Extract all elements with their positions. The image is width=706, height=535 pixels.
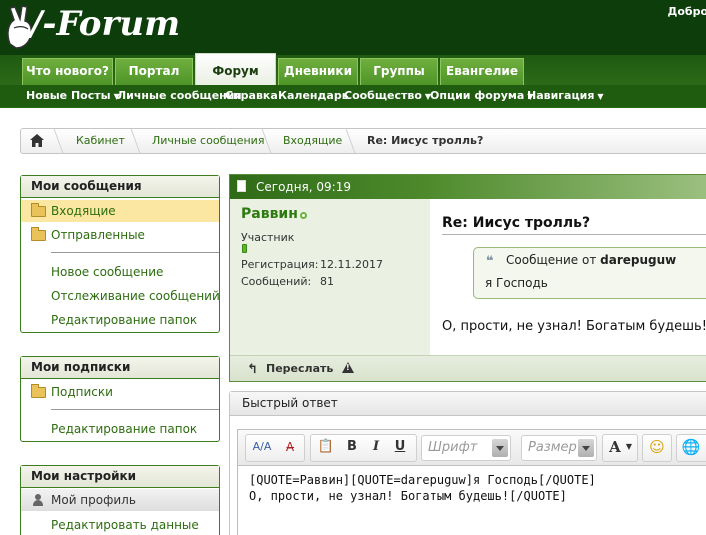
forward-icon[interactable]: ↰ [247,362,258,377]
toolbar-style-group: 📋 B I U [310,434,417,462]
report-warning-icon[interactable] [342,362,354,373]
post-date: Сегодня, 09:19 [256,180,351,194]
underline-button[interactable]: U [389,437,411,459]
sidebar-my-settings: Мои настройки Мой профиль Редактировать … [20,465,220,535]
post-user-info: Раввин Участник Регистрация: 12.11.2017 С… [230,199,430,355]
quote-author[interactable]: darepuguw [600,253,676,267]
folder-icon [31,384,46,398]
subnav-navigation[interactable]: Навигация ▼ [527,89,604,102]
subnav-community[interactable]: Сообщество ▼ [344,89,431,102]
user-registration: Регистрация: 12.11.2017 [241,258,383,271]
user-post-count: Сообщений: 81 [241,275,334,288]
breadcrumb-current: Re: Иисус тролль? [367,134,484,147]
user-title: Участник [241,231,295,244]
link-edit-details[interactable]: Редактировать данные [21,514,219,535]
quote-block: ❝ Сообщение от darepuguw я Господь [473,247,706,299]
reply-textarea[interactable]: [QUOTE=Раввин][QUOTE=darepuguw]я Господь… [238,466,706,535]
tab-diaries[interactable]: Дневники [278,58,358,85]
chevron-down-icon: ▼ [597,92,604,101]
text-color-button[interactable]: A ▼ [602,434,638,462]
breadcrumb-inbox[interactable]: Входящие [283,134,342,147]
toolbar-format-group: A/A A̶ [245,434,305,462]
smiley-button[interactable]: ☺ [642,434,672,462]
sidebar-my-messages: Мои сообщения Входящие Отправленные Ново… [20,175,220,333]
post-username[interactable]: Раввин [241,206,298,222]
reply-editor: A/A A̶ 📋 B I U Шрифт Размер A ▼ ☺ 🌐 [QUO… [237,429,706,535]
text-color-icon: A [609,438,621,456]
globe-link-icon: 🌐 [681,438,701,456]
smiley-icon: ☺ [649,438,665,456]
font-select[interactable]: Шрифт [421,435,511,461]
italic-button[interactable]: I [365,437,387,459]
sidebar-my-settings-title: Мои настройки [21,466,219,488]
sidebar-my-subscriptions: Мои подписки Подписки Редактирование пап… [20,356,220,442]
tab-portal[interactable]: Портал [115,58,193,85]
link-track-messages[interactable]: Отслеживание сообщений [21,285,220,307]
link-my-profile[interactable]: Мой профиль [21,489,219,511]
folder-icon [31,203,46,217]
folder-subscriptions-label: Подписки [51,385,113,399]
sub-navigation: Новые Посты ▼ Личные сообщения Справка Ка… [0,85,706,108]
quick-reply-title: Быстрый ответ [230,392,706,416]
subnav-new-posts[interactable]: Новые Посты ▼ [26,89,120,102]
editor-toolbar: A/A A̶ 📋 B I U Шрифт Размер A ▼ ☺ 🌐 [238,430,706,466]
chevron-down-icon [492,439,508,457]
tab-whats-new[interactable]: Что нового? [22,58,113,85]
folder-sent-label: Отправленные [51,228,145,242]
breadcrumb-cabinet[interactable]: Кабинет [76,134,125,147]
subnav-calendar[interactable]: Календарь [278,89,349,102]
message-post: Сегодня, 09:19 Раввин Участник Регистрац… [229,174,706,382]
post-header: Сегодня, 09:19 [230,175,706,199]
link-button[interactable]: 🌐 [676,434,706,462]
forward-button[interactable]: Переслать [266,362,333,375]
user-icon [33,494,43,506]
bold-button[interactable]: B [341,437,363,459]
folder-inbox[interactable]: Входящие [21,200,219,222]
tab-groups[interactable]: Группы [360,58,438,85]
quote-icon: ❝ [486,254,494,269]
tab-gospel[interactable]: Евангелие [440,58,524,85]
breadcrumb: Кабинет Личные сообщения Входящие Re: Ии… [20,128,706,154]
folder-subscriptions[interactable]: Подписки [21,381,219,403]
post-title: Re: Иисус тролль? [442,215,591,231]
logo-text[interactable]: /-Forum [30,4,180,44]
quote-text: я Господь [485,276,548,290]
home-icon[interactable] [30,134,44,147]
link-new-message[interactable]: Новое сообщение [21,261,219,283]
divider [442,234,706,235]
main-tabs: Что нового? Портал Форум Дневники Группы… [0,53,706,85]
reputation-icon [242,244,247,253]
subnav-private-messages[interactable]: Личные сообщения [117,89,242,102]
post-body: Re: Иисус тролль? ❝ Сообщение от darepug… [430,199,706,355]
post-message: О, прости, не узнал! Богатым будешь! [442,319,706,334]
sidebar-my-messages-title: Мои сообщения [21,176,219,198]
post-footer: ↰ Переслать [230,355,706,381]
link-edit-subscription-folders[interactable]: Редактирование папок [21,418,219,440]
breadcrumb-private-messages[interactable]: Личные сообщения [152,134,264,147]
quick-reply: Быстрый ответ A/A A̶ 📋 B I U Шрифт Разме… [229,391,706,535]
breadcrumb-separator [44,129,64,153]
welcome-text: Добро [667,5,706,18]
divider [51,252,219,253]
site-header: /-Forum Добро [0,0,706,57]
tab-forum[interactable]: Форум [195,53,276,85]
subnav-help[interactable]: Справка [225,89,278,102]
text-format-icon[interactable]: A/A [250,437,274,459]
paste-icon[interactable]: 📋 [315,437,337,459]
folder-inbox-label: Входящие [51,204,116,218]
link-edit-folders[interactable]: Редактирование папок [21,309,219,331]
online-status-icon [300,212,307,219]
divider [51,409,219,410]
remove-format-icon[interactable]: A̶ [278,437,302,459]
sidebar-my-subscriptions-title: Мои подписки [21,357,219,379]
subnav-forum-options[interactable]: Опции форума ▼ [430,89,533,102]
folder-icon [31,227,46,241]
size-select[interactable]: Размер [521,435,597,461]
folder-sent[interactable]: Отправленные [21,224,219,246]
document-icon [237,180,246,192]
quote-header: Сообщение от darepuguw [506,253,677,267]
chevron-down-icon: ▼ [625,442,633,451]
chevron-down-icon [578,439,594,457]
